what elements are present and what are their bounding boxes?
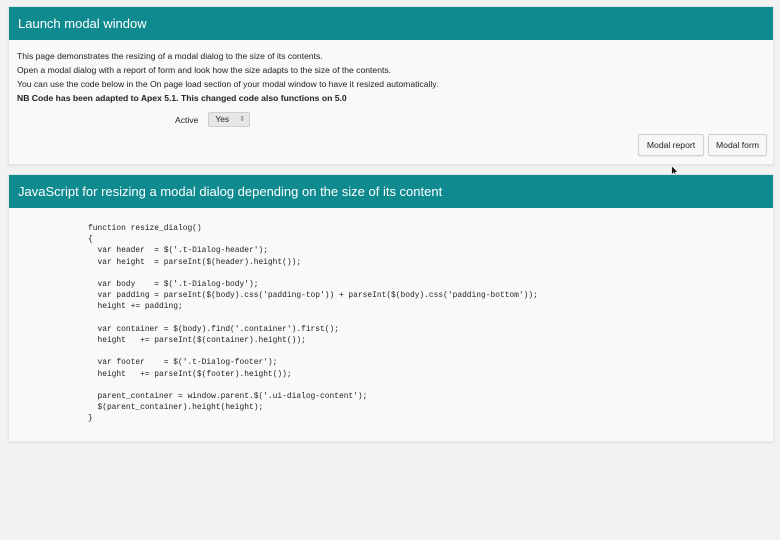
launch-region-title: Launch modal window	[18, 16, 147, 31]
active-label: Active	[175, 114, 199, 125]
modal-form-button-label: Modal form	[716, 140, 759, 150]
code-block: function resize_dialog() { var header = …	[88, 224, 538, 424]
active-select[interactable]: Yes ⇕	[208, 112, 251, 127]
active-select-value: Yes	[215, 114, 230, 124]
intro-line-2: Open a modal dialog with a report of for…	[17, 65, 392, 75]
intro-text: This page demonstrates the resizing of a…	[9, 40, 773, 105]
modal-report-button[interactable]: Modal report	[638, 134, 704, 156]
launch-region-header: Launch modal window	[9, 7, 773, 40]
javascript-region: JavaScript for resizing a modal dialog d…	[8, 174, 774, 442]
intro-line-1: This page demonstrates the resizing of a…	[17, 51, 323, 61]
page: Launch modal window This page demonstrat…	[0, 0, 780, 540]
js-region-header: JavaScript for resizing a modal dialog d…	[9, 175, 773, 208]
active-field-row: Active Yes ⇕	[175, 111, 251, 128]
up-down-arrows-icon: ⇕	[239, 116, 246, 123]
intro-bold-note: NB Code has been adapted to Apex 5.1. Th…	[17, 93, 347, 103]
modal-report-button-label: Modal report	[646, 140, 696, 150]
modal-form-button[interactable]: Modal form	[708, 134, 767, 156]
launch-modal-region: Launch modal window This page demonstrat…	[8, 6, 774, 165]
intro-line-3: You can use the code below in the On pag…	[17, 79, 439, 89]
js-region-title: JavaScript for resizing a modal dialog d…	[18, 184, 443, 199]
